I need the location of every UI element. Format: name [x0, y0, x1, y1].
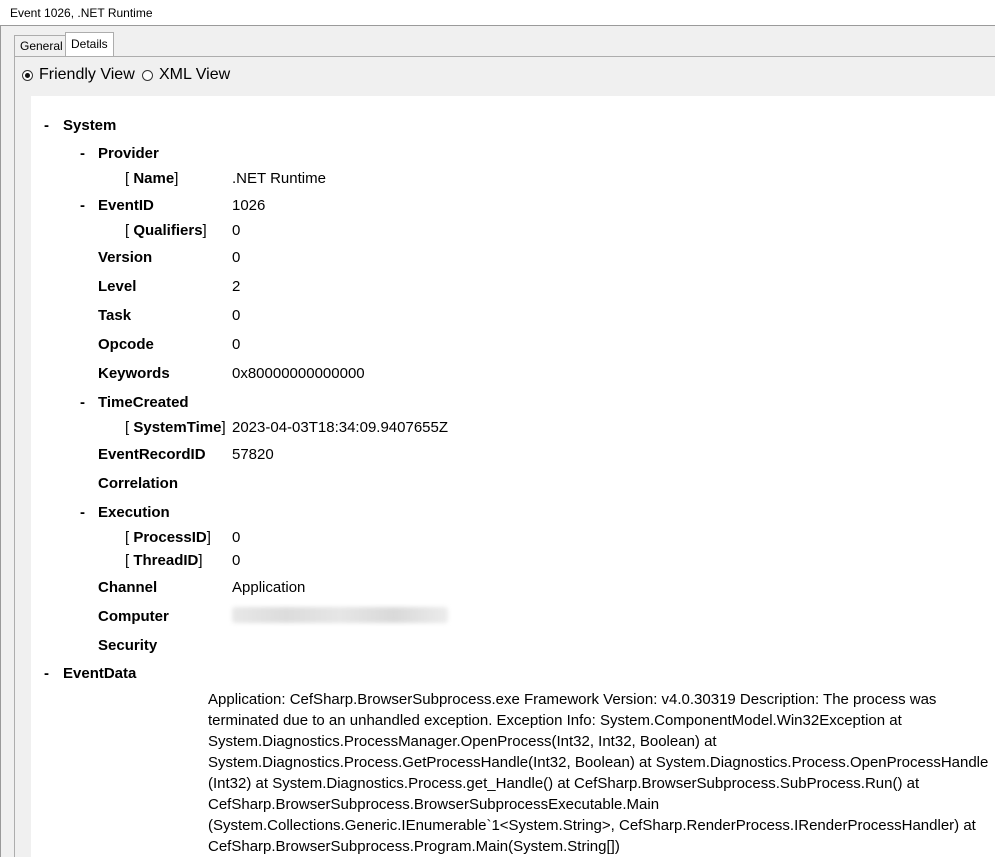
title-bar: Event 1026, .NET Runtime: [0, 0, 995, 26]
system-collapse-toggle[interactable]: -: [44, 117, 49, 134]
computer-value-redacted: [232, 607, 448, 623]
attr-threadid-value: 0: [232, 552, 241, 569]
bracket-close: ]: [206, 529, 211, 546]
node-task: Task: [98, 307, 132, 324]
attr-threadid-label: ThreadID: [133, 552, 199, 569]
xml-view-radio[interactable]: XML View: [142, 66, 230, 84]
node-keywords: Keywords: [98, 365, 170, 382]
execution-collapse-toggle[interactable]: -: [80, 504, 85, 521]
attr-name-label: Name: [133, 170, 175, 187]
attr-systemtime-value: 2023-04-03T18:34:09.9407655Z: [232, 419, 449, 436]
radio-selected-icon: [22, 69, 33, 81]
node-timecreated: TimeCreated: [98, 394, 189, 411]
eventdata-collapse-toggle[interactable]: -: [44, 665, 49, 682]
attr-name: [ Name]: [125, 170, 178, 188]
node-system: System: [63, 117, 117, 134]
eventid-collapse-toggle[interactable]: -: [80, 197, 85, 214]
version-value: 0: [232, 249, 241, 266]
bracket-close: ]: [202, 222, 207, 239]
tab-panel-border-left: [14, 56, 15, 857]
bracket-close: ]: [221, 419, 226, 436]
friendly-view-label: Friendly View: [39, 66, 135, 83]
channel-value: Application: [232, 579, 306, 596]
node-eventdata: EventData: [63, 665, 137, 682]
opcode-value: 0: [232, 336, 241, 353]
provider-collapse-toggle[interactable]: -: [80, 145, 85, 162]
keywords-value: 0x80000000000000: [232, 365, 365, 382]
friendly-view-radio[interactable]: Friendly View: [22, 66, 135, 84]
window-title: Event 1026, .NET Runtime: [10, 6, 153, 20]
node-execution: Execution: [98, 504, 170, 521]
attr-qualifiers-label: Qualifiers: [133, 222, 203, 239]
tab-general[interactable]: General: [14, 35, 69, 57]
tab-strip: General Details: [0, 26, 995, 57]
node-version: Version: [98, 249, 153, 266]
attr-systemtime-label: SystemTime: [133, 419, 222, 436]
timecreated-collapse-toggle[interactable]: -: [80, 394, 85, 411]
radio-unselected-icon: [142, 69, 153, 81]
tab-panel-border: [14, 56, 995, 57]
eventdata-text: Application: CefSharp.BrowserSubprocess.…: [208, 691, 989, 855]
attr-qualifiers-value: 0: [232, 222, 241, 239]
node-correlation: Correlation: [98, 475, 179, 492]
node-security: Security: [98, 637, 158, 654]
node-opcode: Opcode: [98, 336, 154, 353]
event-details-pane: - System - Provider [ Name] .NET Runtime…: [31, 96, 995, 857]
attr-processid-value: 0: [232, 529, 241, 546]
task-value: 0: [232, 307, 241, 324]
node-computer: Computer: [98, 608, 169, 625]
attr-qualifiers: [ Qualifiers]: [125, 222, 207, 240]
attr-systemtime: [ SystemTime]: [125, 419, 226, 437]
eventid-value: 1026: [232, 197, 266, 214]
eventrecordid-value: 57820: [232, 446, 274, 463]
xml-view-label: XML View: [159, 66, 231, 83]
node-channel: Channel: [98, 579, 158, 596]
level-value: 2: [232, 278, 241, 295]
window-border: [0, 26, 1, 857]
attr-processid-label: ProcessID: [133, 529, 207, 546]
attr-threadid: [ ThreadID]: [125, 552, 203, 570]
node-eventid: EventID: [98, 197, 154, 214]
attr-name-value: .NET Runtime: [232, 170, 326, 187]
tab-details[interactable]: Details: [65, 32, 114, 57]
attr-processid: [ ProcessID]: [125, 529, 211, 547]
node-provider: Provider: [98, 145, 159, 162]
bracket-close: ]: [198, 552, 203, 569]
bracket-close: ]: [174, 170, 179, 187]
node-eventrecordid: EventRecordID: [98, 446, 206, 463]
node-level: Level: [98, 278, 137, 295]
